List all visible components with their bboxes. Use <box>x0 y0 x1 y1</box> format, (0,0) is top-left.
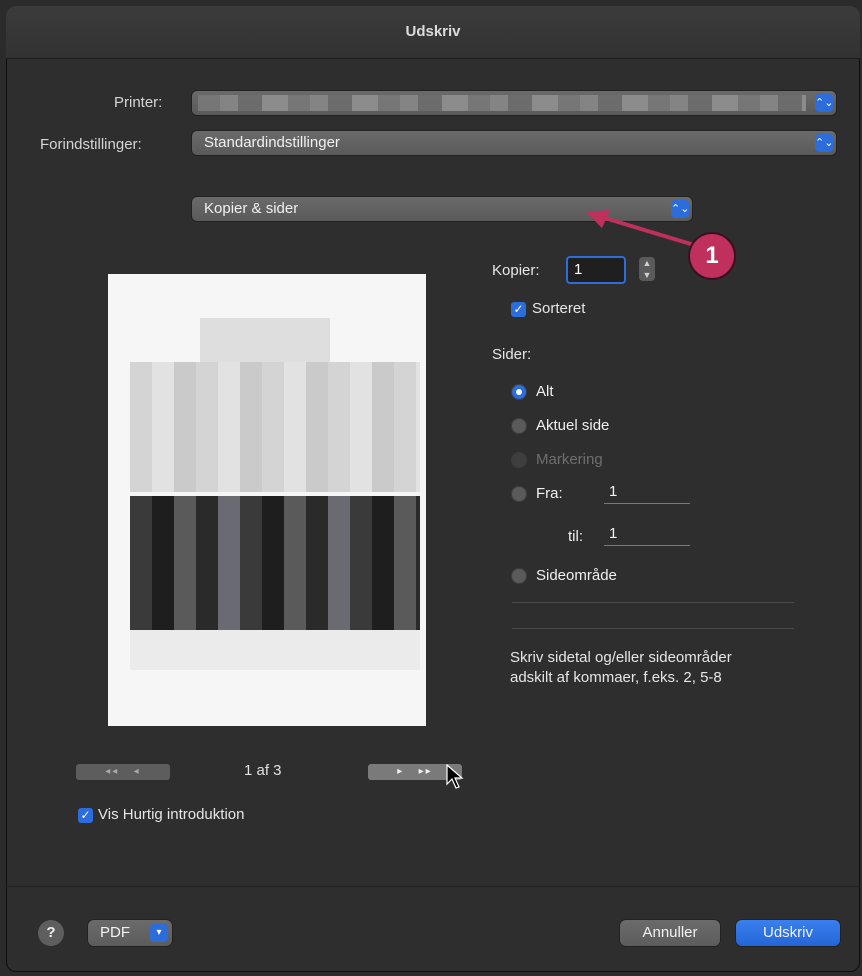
footer-divider <box>6 886 860 887</box>
pages-selection-label: Markering <box>536 451 603 468</box>
pages-to-label: til: <box>568 528 583 545</box>
annotation-badge: 1 <box>690 234 734 278</box>
preview-header-block <box>200 318 330 368</box>
copies-stepper[interactable]: ▲ ▼ <box>639 257 655 281</box>
printer-popup[interactable]: ⌃⌄ <box>192 91 836 115</box>
copies-input[interactable]: 1 <box>566 256 626 284</box>
pdf-chevron-down-icon: ▾ <box>150 924 168 942</box>
next-page-icon: ▸ <box>397 766 405 777</box>
range-divider-top <box>512 602 794 603</box>
first-page-icon: ◂◂ <box>105 766 120 777</box>
section-popup-value: Kopier & sider <box>204 200 299 217</box>
pages-from-label: Fra: <box>536 485 563 502</box>
range-divider-bottom <box>512 628 794 629</box>
pages-current-label: Aktuel side <box>536 417 610 434</box>
preview-first-prev-buttons[interactable]: ◂◂ ◂ <box>76 764 170 780</box>
pages-current-radio[interactable] <box>511 418 527 434</box>
preview-image-block <box>130 496 420 630</box>
pages-range-label: Sideområde <box>536 567 617 584</box>
printer-name-blurred <box>198 95 806 111</box>
print-dialog: Udskriv Printer: ⌃⌄ Forindstillinger: St… <box>6 6 860 972</box>
pages-all-radio[interactable] <box>511 384 527 400</box>
presets-value: Standardindstillinger <box>204 134 340 151</box>
last-page-icon: ▸▸ <box>418 766 433 777</box>
print-button[interactable]: Udskriv <box>736 920 840 946</box>
printer-popup-chevron-icon: ⌃⌄ <box>815 94 833 112</box>
copies-label: Kopier: <box>492 262 540 279</box>
print-preview <box>108 274 426 726</box>
cancel-button[interactable]: Annuller <box>620 920 720 946</box>
pdf-button[interactable]: PDF ▾ <box>88 920 172 946</box>
pages-to-field[interactable]: 1 <box>604 522 690 546</box>
quick-intro-checkbox[interactable]: ✓ <box>78 808 93 823</box>
printer-label: Printer: <box>114 94 163 111</box>
pages-from-field[interactable]: 1 <box>604 480 690 504</box>
presets-label: Forindstillinger: <box>40 136 142 153</box>
prev-page-icon: ◂ <box>133 766 141 777</box>
collated-label: Sorteret <box>532 300 586 317</box>
pages-all-label: Alt <box>536 383 554 400</box>
collated-checkbox[interactable]: ✓ <box>511 302 526 317</box>
mouse-cursor-icon <box>446 764 464 789</box>
window-title: Udskriv <box>6 6 860 59</box>
pages-from-radio[interactable] <box>511 486 527 502</box>
presets-popup[interactable]: Standardindstillinger ⌃⌄ <box>192 131 836 155</box>
pages-help-text: Skriv sidetal og/eller sideområder adski… <box>510 649 732 686</box>
pages-label: Sider: <box>492 346 532 363</box>
pages-selection-radio <box>511 452 527 468</box>
pdf-label: PDF <box>100 924 130 941</box>
preview-page-indicator: 1 af 3 <box>244 762 282 779</box>
preview-footer-block <box>130 630 420 670</box>
quick-intro-label: Vis Hurtig introduktion <box>98 806 245 823</box>
presets-chevron-icon: ⌃⌄ <box>815 134 833 152</box>
pages-range-radio[interactable] <box>511 568 527 584</box>
preview-text-block <box>130 362 420 492</box>
help-button[interactable]: ? <box>38 920 64 946</box>
